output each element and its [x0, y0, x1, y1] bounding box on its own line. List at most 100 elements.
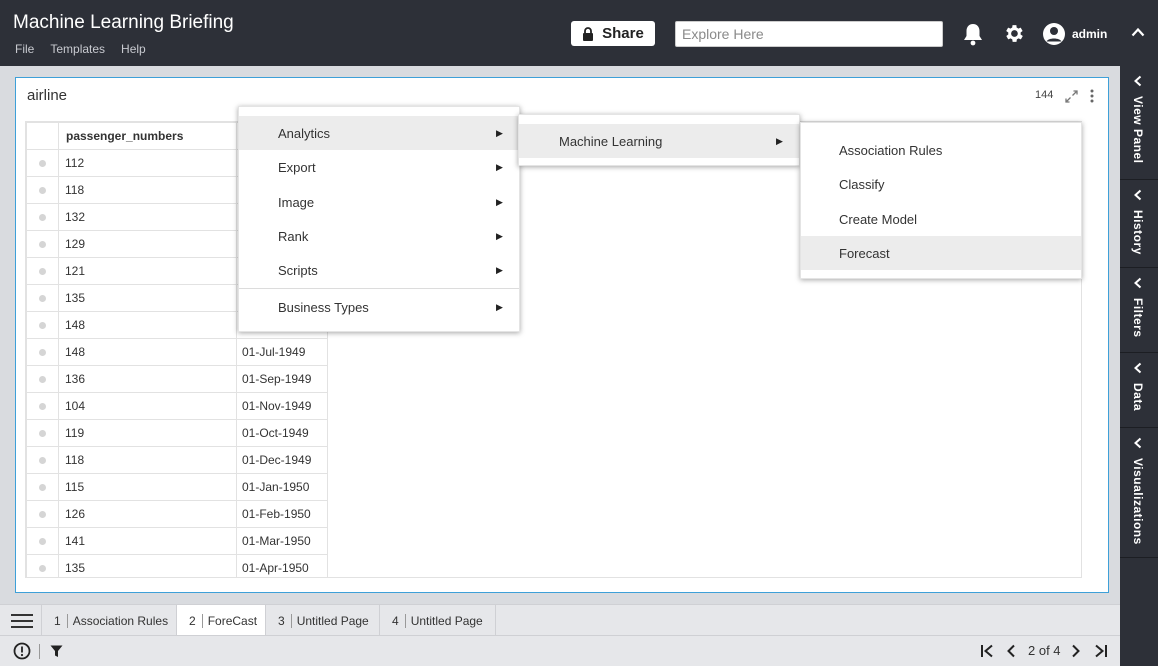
row-select-cell[interactable]: [26, 392, 59, 420]
menu-file[interactable]: File: [15, 42, 34, 56]
next-page-icon[interactable]: [1071, 644, 1081, 658]
alert-circle-icon[interactable]: [13, 642, 31, 660]
context-menu: Analytics ▶ Export ▶ Image ▶ Rank ▶ Scri…: [238, 106, 520, 332]
date-cell: 01-Oct-1949: [236, 419, 328, 447]
menu-item-image[interactable]: Image ▶: [239, 185, 519, 219]
menu-item-label: Business Types: [278, 299, 369, 315]
row-select-cell[interactable]: [26, 230, 59, 258]
passenger-numbers-cell: 112: [58, 149, 237, 177]
menu-item-classify[interactable]: Classify: [801, 167, 1081, 201]
menu-item-analytics[interactable]: Analytics ▶: [239, 116, 519, 150]
chevron-left-icon: [1134, 75, 1142, 87]
row-select-cell[interactable]: [26, 203, 59, 231]
row-select-cell[interactable]: [26, 554, 59, 577]
chevron-left-icon: [1134, 437, 1142, 449]
row-select-cell[interactable]: [26, 311, 59, 339]
chevron-up-icon[interactable]: [1131, 27, 1145, 37]
bell-icon[interactable]: [962, 22, 984, 46]
row-select-dot[interactable]: [39, 484, 46, 491]
user-name[interactable]: admin: [1072, 27, 1107, 41]
table-row[interactable]: 115 01-Jan-1950: [26, 473, 328, 501]
row-select-cell[interactable]: [26, 500, 59, 528]
row-select-dot[interactable]: [39, 430, 46, 437]
table-row[interactable]: 141 01-Mar-1950: [26, 527, 328, 555]
row-select-dot[interactable]: [39, 565, 46, 572]
row-select-dot[interactable]: [39, 295, 46, 302]
status-divider: [39, 644, 40, 659]
menu-item-label: Export: [278, 159, 316, 175]
row-select-dot[interactable]: [39, 403, 46, 410]
row-select-cell[interactable]: [26, 176, 59, 204]
page-tab-name: ForeCast: [207, 613, 258, 628]
row-select-cell[interactable]: [26, 338, 59, 366]
rail-tab-data[interactable]: Data: [1120, 353, 1158, 428]
previous-page-icon[interactable]: [1006, 644, 1016, 658]
page-tab-number: 2: [189, 613, 203, 628]
last-page-icon[interactable]: [1094, 644, 1108, 658]
rail-tab-history[interactable]: History: [1120, 180, 1158, 268]
menu-item-association-rules[interactable]: Association Rules: [801, 133, 1081, 167]
row-select-cell[interactable]: [26, 365, 59, 393]
table-row[interactable]: 118 01-Dec-1949: [26, 446, 328, 474]
row-select-dot[interactable]: [39, 538, 46, 545]
row-select-cell[interactable]: [26, 473, 59, 501]
row-select-dot[interactable]: [39, 511, 46, 518]
menu-item-export[interactable]: Export ▶: [239, 150, 519, 184]
page-tab-4[interactable]: 4 Untitled Page: [380, 605, 496, 636]
filter-icon[interactable]: [50, 645, 63, 658]
select-column-header: [26, 122, 59, 150]
row-select-dot[interactable]: [39, 349, 46, 356]
table-row[interactable]: 148 01-Jul-1949: [26, 338, 328, 366]
row-select-dot[interactable]: [39, 457, 46, 464]
rail-tab-visualizations[interactable]: Visualizations: [1120, 428, 1158, 558]
date-cell: 01-Feb-1950: [236, 500, 328, 528]
menu-item-create-model[interactable]: Create Model: [801, 202, 1081, 236]
row-select-dot[interactable]: [39, 268, 46, 275]
page-tab-number: 3: [278, 613, 292, 628]
menu-item-label: Association Rules: [839, 142, 943, 158]
page-tabs-bar: 1 Association Rules 2 ForeCast 3 Untitle…: [0, 604, 1120, 636]
rail-tab-view-panel[interactable]: View Panel: [1120, 66, 1158, 180]
hamburger-menu-icon[interactable]: [11, 614, 33, 628]
table-row[interactable]: 136 01-Sep-1949: [26, 365, 328, 393]
column-header-passenger-numbers[interactable]: passenger_numbers: [58, 122, 237, 150]
passenger-numbers-cell: 118: [58, 176, 237, 204]
table-row[interactable]: 135 01-Apr-1950: [26, 554, 328, 577]
table-row[interactable]: 126 01-Feb-1950: [26, 500, 328, 528]
row-select-cell[interactable]: [26, 257, 59, 285]
table-row[interactable]: 119 01-Oct-1949: [26, 419, 328, 447]
rail-tab-filters[interactable]: Filters: [1120, 268, 1158, 353]
menu-templates[interactable]: Templates: [50, 42, 105, 56]
page-tab-name: Untitled Page: [410, 613, 483, 628]
user-avatar-icon[interactable]: [1042, 22, 1066, 46]
menu-item-rank[interactable]: Rank ▶: [239, 219, 519, 253]
explore-search-input[interactable]: [675, 21, 943, 47]
row-select-dot[interactable]: [39, 214, 46, 221]
menu-item-forecast[interactable]: Forecast: [801, 236, 1081, 270]
menu-help[interactable]: Help: [121, 42, 146, 56]
page-tab-2[interactable]: 2 ForeCast: [177, 605, 266, 636]
row-select-cell[interactable]: [26, 149, 59, 177]
first-page-icon[interactable]: [980, 644, 994, 658]
page-tab-3[interactable]: 3 Untitled Page: [266, 605, 380, 636]
page-tab-1[interactable]: 1 Association Rules: [41, 605, 177, 636]
row-select-cell[interactable]: [26, 446, 59, 474]
analytics-submenu: Machine Learning ▶: [518, 114, 800, 166]
menu-item-scripts[interactable]: Scripts ▶: [239, 253, 519, 287]
table-row[interactable]: 104 01-Nov-1949: [26, 392, 328, 420]
row-select-cell[interactable]: [26, 419, 59, 447]
expand-icon[interactable]: [1064, 89, 1079, 104]
menu-item-business-types[interactable]: Business Types ▶: [239, 290, 519, 324]
more-options-icon[interactable]: [1089, 88, 1095, 104]
row-select-dot[interactable]: [39, 322, 46, 329]
passenger-numbers-cell: 148: [58, 338, 237, 366]
row-select-dot[interactable]: [39, 241, 46, 248]
row-select-cell[interactable]: [26, 527, 59, 555]
gear-icon[interactable]: [1002, 22, 1025, 45]
share-button[interactable]: Share: [571, 21, 655, 46]
row-select-cell[interactable]: [26, 284, 59, 312]
row-select-dot[interactable]: [39, 376, 46, 383]
row-select-dot[interactable]: [39, 187, 46, 194]
row-select-dot[interactable]: [39, 160, 46, 167]
menu-item-machine-learning[interactable]: Machine Learning ▶: [519, 124, 799, 158]
